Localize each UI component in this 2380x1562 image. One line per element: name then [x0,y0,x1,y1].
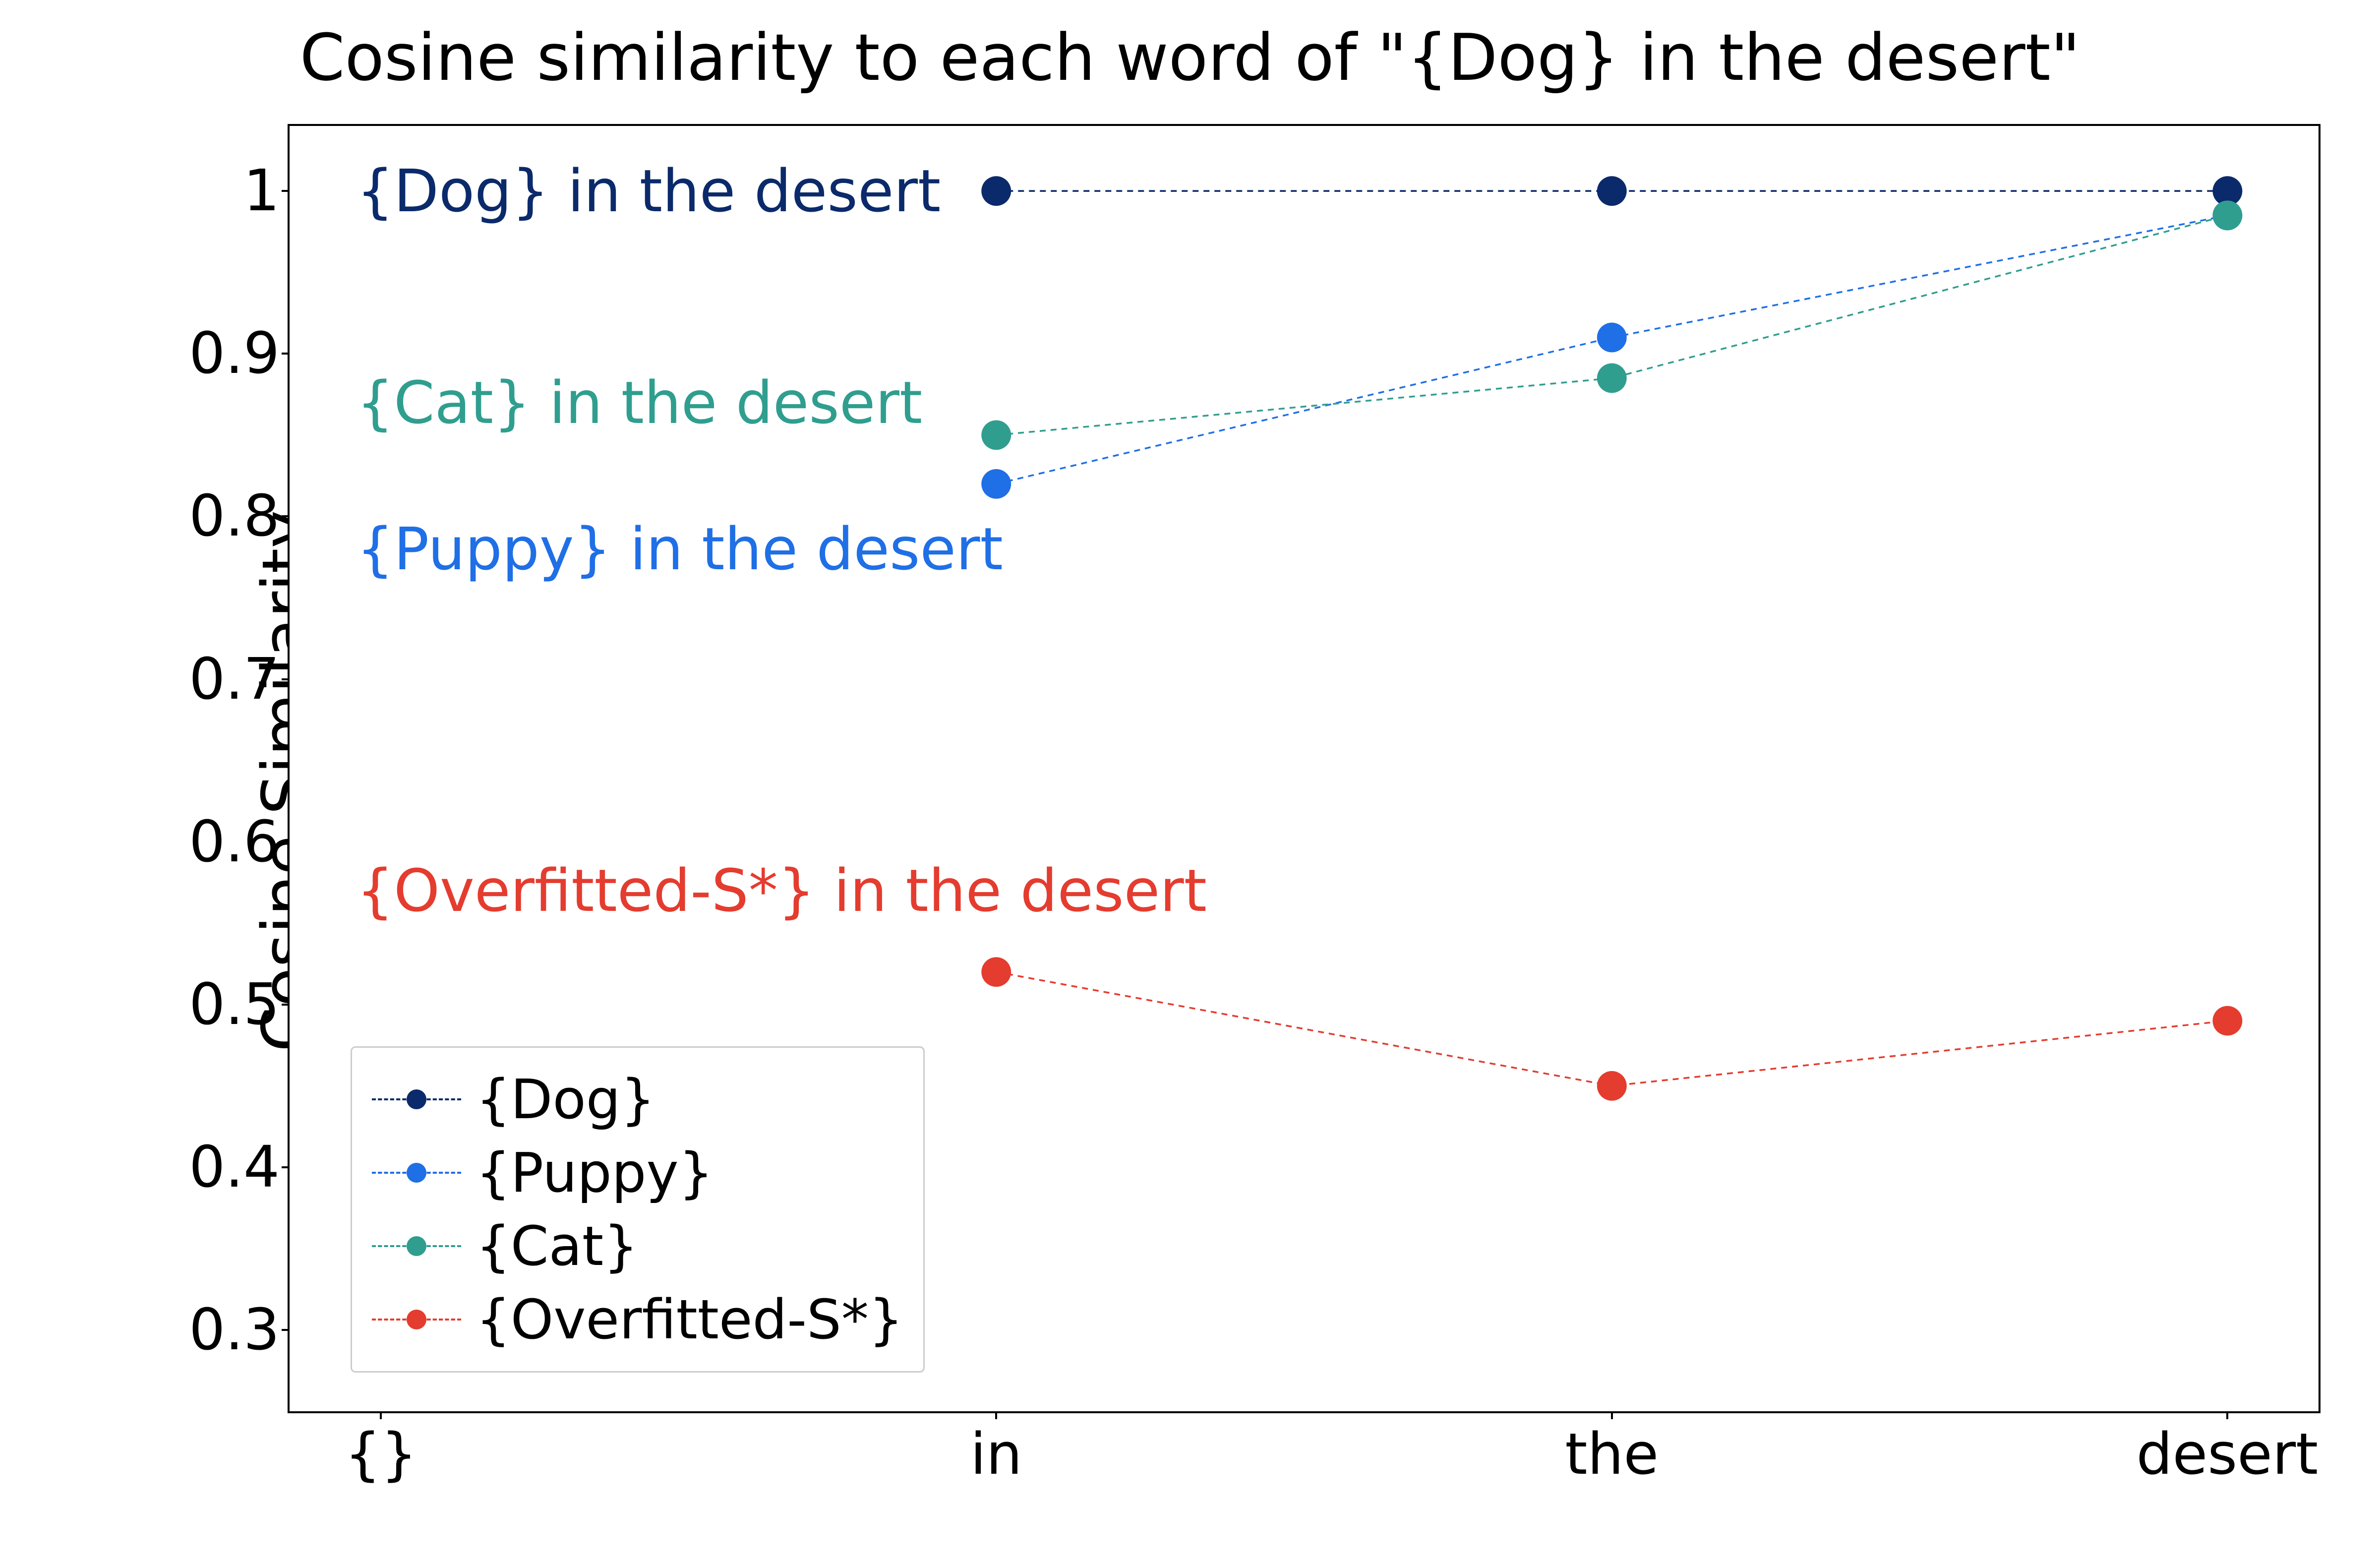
legend-marker-icon [407,1163,426,1183]
ytick-mark [282,190,290,192]
legend-label: {Overfitted-S*} [476,1288,903,1351]
legend-label: {Cat} [476,1214,638,1278]
ytick-label: 0.5 [189,971,280,1038]
legend: {Dog} {Puppy} {Cat} [351,1046,925,1373]
legend-marker-icon [407,1089,426,1109]
ytick-label: 0.9 [189,320,280,387]
marker-dog [1597,176,1627,206]
xtick-label: {} [345,1421,417,1488]
marker-cat [981,420,1011,450]
chart-title: Cosine similarity to each word of "{Dog}… [0,20,2380,95]
legend-item: {Overfitted-S*} [372,1283,903,1356]
legend-line-icon [372,1172,461,1174]
marker-overfitted [2212,1006,2242,1036]
xtick-mark [995,1411,997,1419]
ytick-mark [282,1329,290,1331]
ytick-label: 0.7 [189,646,280,713]
marker-cat [1597,363,1627,393]
xtick-label: desert [2136,1421,2318,1488]
ytick-label: 0.8 [189,483,280,549]
marker-puppy [981,469,1011,499]
ytick-label: 0.4 [189,1134,280,1201]
legend-label: {Dog} [476,1068,655,1131]
legend-marker-icon [407,1236,426,1256]
ytick-label: 0.3 [189,1297,280,1363]
legend-line-icon [372,1098,461,1100]
legend-label: {Puppy} [476,1141,714,1204]
xtick-mark [1611,1411,1613,1419]
ytick-label: 1 [243,158,280,224]
ytick-mark [282,353,290,355]
marker-overfitted [1597,1071,1627,1101]
legend-marker-icon [407,1310,426,1329]
xtick-label: the [1565,1421,1659,1488]
ytick-mark [282,1004,290,1006]
legend-item: {Puppy} [372,1136,903,1209]
marker-cat [2212,201,2242,231]
marker-dog [981,176,1011,206]
ytick-mark [282,841,290,843]
figure: Cosine similarity to each word of "{Dog}… [0,0,2380,1562]
marker-puppy [1597,323,1627,353]
xtick-mark [2226,1411,2228,1419]
marker-overfitted [981,957,1011,987]
ytick-mark [282,1166,290,1168]
legend-line-icon [372,1245,461,1247]
xtick-label: in [970,1421,1022,1488]
xtick-mark [380,1411,382,1419]
legend-item: {Cat} [372,1209,903,1283]
plot-area: 0.3 0.4 0.5 0.6 0.7 0.8 0.9 1 {} in the … [288,124,2320,1413]
ytick-mark [282,678,290,680]
ytick-label: 0.6 [189,809,280,875]
ytick-mark [282,515,290,517]
legend-item: {Dog} [372,1063,903,1136]
legend-line-icon [372,1319,461,1321]
